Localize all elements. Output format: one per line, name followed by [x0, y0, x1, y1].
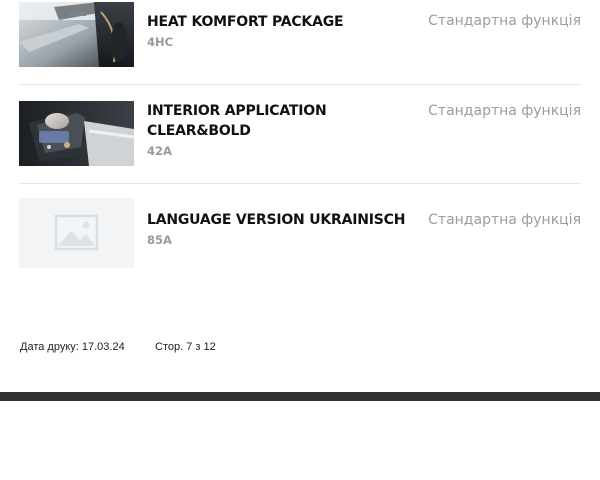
item-title: HEAT KOMFORT PACKAGE [147, 14, 344, 30]
bottom-bar [0, 392, 600, 401]
equipment-list-page: HEAT KOMFORT PACKAGE 4HC Стандартна функ… [0, 0, 600, 480]
item-code: 42A [147, 144, 172, 158]
item-code: 85A [147, 233, 172, 247]
image-placeholder-icon [54, 214, 99, 251]
item-thumbnail-placeholder [19, 198, 134, 268]
item-status: Стандартна функція [428, 13, 581, 29]
list-item: HEAT KOMFORT PACKAGE 4HC Стандартна функ… [19, 0, 581, 84]
item-thumbnail-interior-application [19, 101, 134, 166]
list-item: INTERIOR APPLICATION CLEAR&BOLD 42A Стан… [19, 85, 581, 183]
item-status: Стандартна функція [428, 212, 581, 228]
print-date: Дата друку: 17.03.24 [20, 341, 125, 353]
item-title: LANGUAGE VERSION UKRAINISCH [147, 212, 406, 228]
item-title: INTERIOR APPLICATION CLEAR&BOLD [147, 103, 327, 139]
item-status: Стандартна функція [428, 103, 581, 119]
page-number: Стор. 7 з 12 [155, 341, 216, 353]
item-thumbnail-heat-comfort [19, 2, 134, 67]
item-code: 4HC [147, 35, 174, 49]
list-item: LANGUAGE VERSION UKRAINISCH 85A Стандарт… [19, 184, 581, 284]
